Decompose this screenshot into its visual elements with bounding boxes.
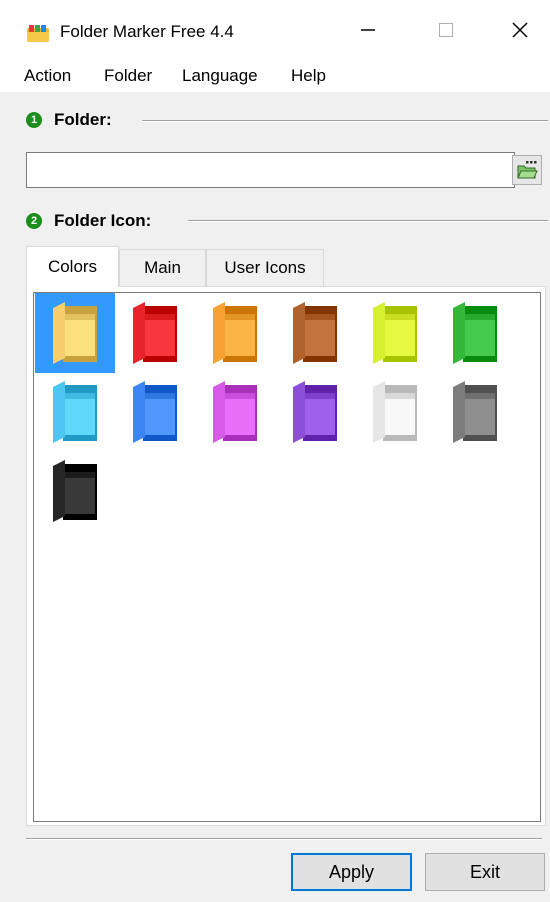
tab-colors[interactable]: Colors [26, 246, 119, 287]
close-icon [512, 22, 528, 38]
minimize-icon [361, 29, 375, 31]
folder-icon-section-header: 2 Folder Icon: [26, 211, 151, 231]
brown-folder-icon [293, 302, 337, 364]
folder-section-header: 1 Folder: [26, 110, 112, 130]
color-swatch-pink[interactable] [195, 372, 275, 452]
folder-marker-app-icon [27, 25, 49, 42]
color-swatch-green[interactable] [435, 293, 515, 373]
maximize-icon [439, 23, 453, 37]
tab-user-icons[interactable]: User Icons [206, 249, 324, 286]
close-button[interactable] [490, 0, 550, 60]
folder-icon-section-label: Folder Icon: [54, 211, 152, 230]
black-folder-icon [53, 460, 97, 522]
step-2-badge: 2 [26, 213, 42, 229]
exit-button[interactable]: Exit [425, 853, 545, 891]
color-swatch-blue[interactable] [115, 372, 195, 452]
apply-button[interactable]: Apply [291, 853, 412, 891]
menu-bar: Action Folder Language Help [0, 60, 550, 92]
bottom-separator [26, 838, 542, 840]
window-title: Folder Marker Free 4.4 [60, 22, 234, 41]
blue-folder-icon [133, 381, 177, 443]
purple-folder-icon [293, 381, 337, 443]
gray-folder-icon [453, 381, 497, 443]
step-1-badge: 1 [26, 112, 42, 128]
menu-folder[interactable]: Folder [104, 66, 152, 86]
folder-path-input[interactable] [26, 152, 515, 188]
light-blue-folder-icon [53, 381, 97, 443]
color-swatch-red[interactable] [115, 293, 195, 373]
color-swatch-white[interactable] [355, 372, 435, 452]
red-folder-icon [133, 302, 177, 364]
color-swatch-yellow[interactable] [35, 293, 115, 373]
folder-icon-section-rule [188, 220, 548, 222]
orange-folder-icon [213, 302, 257, 364]
menu-help[interactable]: Help [291, 66, 326, 86]
color-swatch-brown[interactable] [275, 293, 355, 373]
pink-folder-icon [213, 381, 257, 443]
yellow-folder-icon [53, 302, 97, 364]
color-swatch-light-blue[interactable] [35, 372, 115, 452]
menu-language[interactable]: Language [182, 66, 258, 86]
color-swatch-black[interactable] [35, 451, 115, 531]
folder-section-label: Folder: [54, 110, 112, 129]
tab-main[interactable]: Main [119, 249, 206, 286]
title-bar: Folder Marker Free 4.4 [0, 0, 550, 60]
color-swatch-gray[interactable] [435, 372, 515, 452]
folder-section-rule [142, 120, 548, 122]
lime-folder-icon [373, 302, 417, 364]
white-folder-icon [373, 381, 417, 443]
maximize-button[interactable] [416, 0, 476, 60]
color-swatch-orange[interactable] [195, 293, 275, 373]
minimize-button[interactable] [338, 0, 398, 60]
color-swatch-lime[interactable] [355, 293, 435, 373]
green-folder-icon [453, 302, 497, 364]
color-swatch-purple[interactable] [275, 372, 355, 452]
browse-folder-button[interactable] [512, 155, 542, 185]
open-folder-icon [517, 161, 538, 179]
menu-action[interactable]: Action [24, 66, 71, 86]
